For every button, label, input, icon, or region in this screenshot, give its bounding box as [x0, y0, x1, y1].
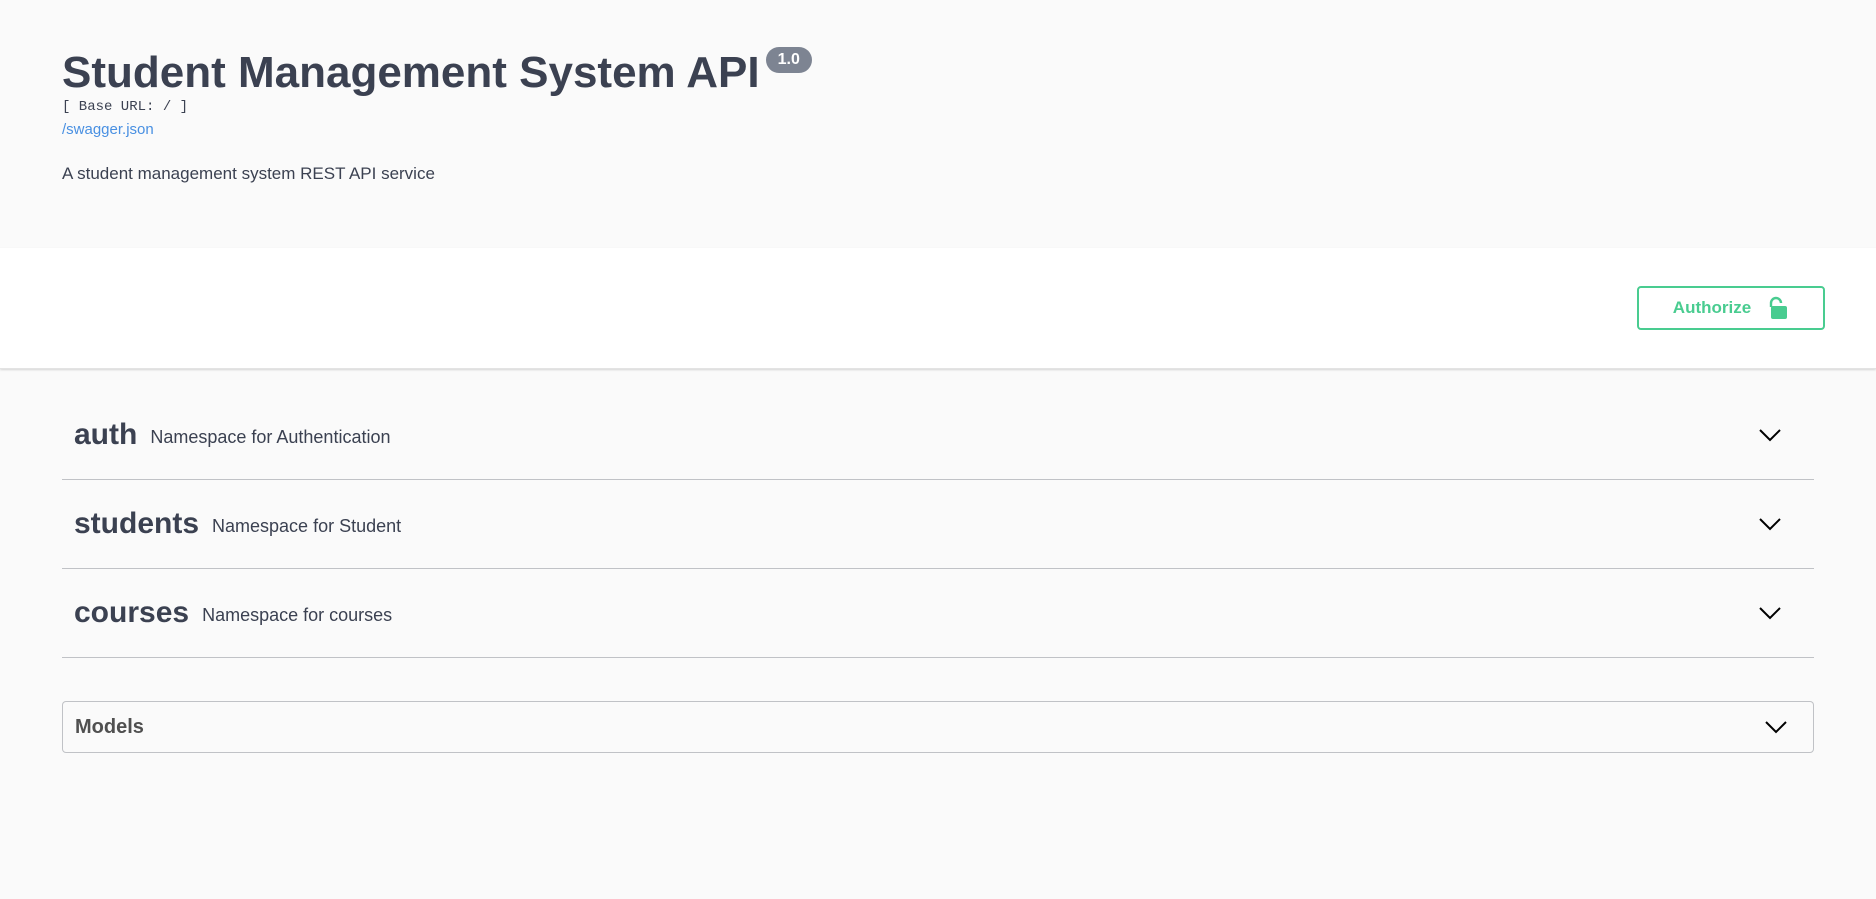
unlock-icon — [1769, 296, 1789, 320]
chevron-down-icon[interactable] — [1758, 516, 1782, 532]
models-section[interactable]: Models — [62, 701, 1814, 753]
tag-section-courses[interactable]: courses Namespace for courses — [62, 569, 1814, 658]
info-header: Student Management System API 1.0 [ Base… — [0, 0, 1876, 248]
tag-description: Namespace for Authentication — [150, 426, 391, 447]
tag-section-auth[interactable]: auth Namespace for Authentication — [62, 391, 1814, 480]
tag-section-students[interactable]: students Namespace for Student — [62, 480, 1814, 569]
tag-description: Namespace for Student — [212, 515, 402, 536]
tag-sections: auth Namespace for Authentication studen… — [0, 391, 1876, 658]
base-url: [ Base URL: / ] — [62, 99, 189, 115]
tag-name: courses — [74, 596, 190, 629]
chevron-down-icon[interactable] — [1764, 719, 1788, 735]
chevron-down-icon[interactable] — [1758, 605, 1782, 621]
authorize-label: Authorize — [1672, 298, 1752, 317]
version-badge: 1.0 — [765, 47, 812, 73]
api-description: A student management system REST API ser… — [62, 164, 435, 183]
tag-description: Namespace for courses — [202, 604, 393, 625]
tag-name: students — [74, 507, 200, 540]
models-title: Models — [75, 715, 144, 738]
authorize-button[interactable]: Authorize — [1637, 286, 1825, 330]
scheme-container: Authorize — [0, 248, 1876, 369]
page-title: Student Management System API — [62, 48, 760, 97]
chevron-down-icon[interactable] — [1758, 427, 1782, 443]
title-row: Student Management System API 1.0 — [62, 46, 812, 100]
tag-name: auth — [74, 418, 138, 451]
swagger-json-link[interactable]: /swagger.json — [62, 121, 154, 138]
